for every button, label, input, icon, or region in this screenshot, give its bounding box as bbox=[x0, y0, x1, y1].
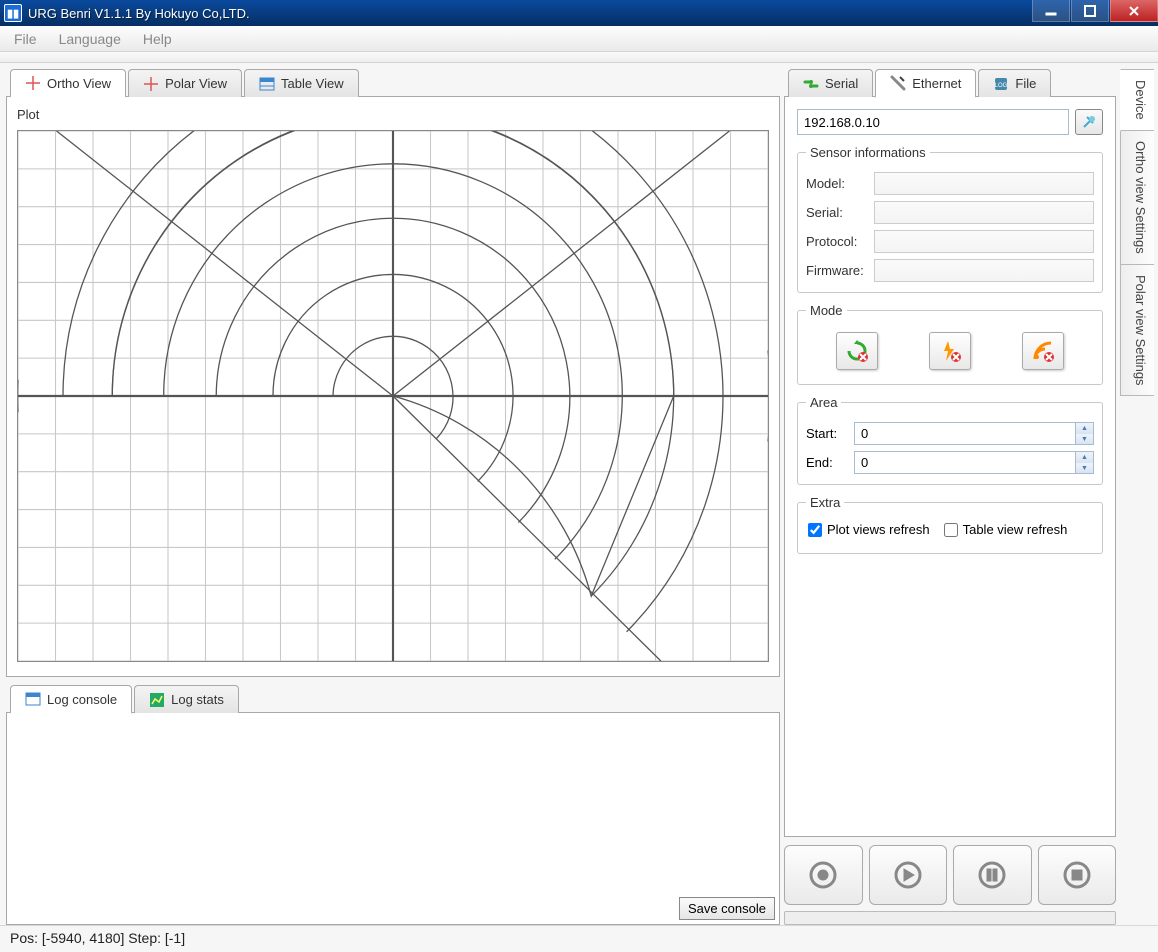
refresh-x-icon bbox=[845, 339, 869, 363]
plot-panel: Plot bbox=[6, 96, 780, 677]
table-refresh-input[interactable] bbox=[944, 523, 958, 537]
protocol-field bbox=[874, 230, 1094, 253]
file-icon: LOG bbox=[993, 76, 1009, 92]
svg-text:LOG: LOG bbox=[995, 83, 1008, 89]
status-text: Pos: [-5940, 4180] Step: [-1] bbox=[10, 930, 185, 946]
protocol-label: Protocol: bbox=[806, 234, 874, 249]
pause-button[interactable] bbox=[953, 845, 1032, 905]
playback-slider[interactable] bbox=[784, 911, 1116, 925]
plot-area[interactable] bbox=[17, 130, 769, 662]
tab-table-label: Table View bbox=[281, 76, 344, 91]
tab-log-console[interactable]: Log console bbox=[10, 685, 132, 714]
mode-signal-button[interactable] bbox=[1022, 332, 1064, 370]
menu-file[interactable]: File bbox=[14, 31, 37, 47]
tab-log-console-label: Log console bbox=[47, 692, 117, 707]
area-start-input[interactable] bbox=[855, 423, 1075, 444]
tab-ortho-label: Ortho View bbox=[47, 76, 111, 91]
serial-icon bbox=[803, 76, 819, 92]
toolbar-strip bbox=[0, 52, 1158, 63]
tab-polar-label: Polar View bbox=[165, 76, 227, 91]
playback-controls bbox=[784, 845, 1116, 905]
extra-group: Extra Plot views refresh Table view refr… bbox=[797, 495, 1103, 554]
tab-file-label: File bbox=[1015, 76, 1036, 91]
play-button[interactable] bbox=[869, 845, 948, 905]
maximize-button[interactable] bbox=[1071, 0, 1109, 22]
app-icon: ▮▮ bbox=[4, 4, 22, 22]
lightning-x-icon bbox=[938, 339, 962, 363]
firmware-label: Firmware: bbox=[806, 263, 874, 278]
area-start-up[interactable]: ▲ bbox=[1076, 423, 1093, 434]
device-panel: Sensor informations Model: Serial: Proto… bbox=[784, 96, 1116, 837]
titlebar: ▮▮ URG Benri V1.1.1 By Hokuyo Co,LTD. bbox=[0, 0, 1158, 26]
mode-legend: Mode bbox=[806, 303, 847, 318]
side-tab-ortho-settings[interactable]: Ortho view Settings bbox=[1120, 130, 1154, 265]
serial-field bbox=[874, 201, 1094, 224]
tab-file[interactable]: LOG File bbox=[978, 69, 1051, 97]
crosshair-icon bbox=[25, 75, 41, 91]
ethernet-icon bbox=[890, 75, 906, 91]
stats-icon bbox=[149, 692, 165, 708]
connection-tabs: Serial Ethernet LOG File bbox=[788, 69, 1116, 97]
log-console[interactable]: Save console bbox=[6, 712, 780, 925]
plot-refresh-input[interactable] bbox=[808, 523, 822, 537]
stop-button[interactable] bbox=[1038, 845, 1117, 905]
rss-x-icon bbox=[1031, 339, 1055, 363]
side-tab-polar-settings[interactable]: Polar view Settings bbox=[1120, 264, 1154, 397]
mode-flash-button[interactable] bbox=[929, 332, 971, 370]
tab-polar-view[interactable]: Polar View bbox=[128, 69, 242, 97]
area-end-input[interactable] bbox=[855, 452, 1075, 473]
plot-title: Plot bbox=[17, 107, 769, 122]
mode-group: Mode bbox=[797, 303, 1103, 385]
tab-ethernet[interactable]: Ethernet bbox=[875, 69, 976, 98]
side-tabs: Device Ortho view Settings Polar view Se… bbox=[1120, 69, 1154, 925]
record-button[interactable] bbox=[784, 845, 863, 905]
status-bar: Pos: [-5940, 4180] Step: [-1] bbox=[0, 925, 1158, 952]
area-end-down[interactable]: ▼ bbox=[1076, 463, 1093, 474]
console-icon bbox=[25, 691, 41, 707]
crosshair-icon bbox=[143, 76, 159, 92]
sensor-info-group: Sensor informations Model: Serial: Proto… bbox=[797, 145, 1103, 293]
area-start-label: Start: bbox=[806, 426, 854, 441]
tab-ortho-view[interactable]: Ortho View bbox=[10, 69, 126, 98]
ip-address-input[interactable] bbox=[797, 109, 1069, 135]
log-tabs: Log console Log stats bbox=[10, 685, 780, 713]
side-tab-device[interactable]: Device bbox=[1120, 69, 1154, 131]
save-console-button[interactable]: Save console bbox=[679, 897, 775, 920]
tab-log-stats-label: Log stats bbox=[171, 692, 224, 707]
area-group: Area Start: ▲▼ End: ▲▼ bbox=[797, 395, 1103, 485]
tab-table-view[interactable]: Table View bbox=[244, 69, 359, 97]
tab-serial-label: Serial bbox=[825, 76, 858, 91]
menu-help[interactable]: Help bbox=[143, 31, 172, 47]
firmware-field bbox=[874, 259, 1094, 282]
connect-button[interactable] bbox=[1075, 109, 1103, 135]
mode-refresh-button[interactable] bbox=[836, 332, 878, 370]
area-legend: Area bbox=[806, 395, 841, 410]
table-refresh-checkbox[interactable]: Table view refresh bbox=[944, 522, 1068, 537]
serial-label: Serial: bbox=[806, 205, 874, 220]
tab-serial[interactable]: Serial bbox=[788, 69, 873, 97]
model-label: Model: bbox=[806, 176, 874, 191]
plot-refresh-checkbox[interactable]: Plot views refresh bbox=[808, 522, 930, 537]
table-icon bbox=[259, 76, 275, 92]
extra-legend: Extra bbox=[806, 495, 844, 510]
sensor-info-legend: Sensor informations bbox=[806, 145, 930, 160]
window-title: URG Benri V1.1.1 By Hokuyo Co,LTD. bbox=[28, 6, 1031, 21]
minimize-button[interactable] bbox=[1032, 0, 1070, 22]
area-start-down[interactable]: ▼ bbox=[1076, 434, 1093, 445]
tab-ethernet-label: Ethernet bbox=[912, 76, 961, 91]
menu-language[interactable]: Language bbox=[59, 31, 121, 47]
area-end-up[interactable]: ▲ bbox=[1076, 452, 1093, 463]
close-button[interactable] bbox=[1110, 0, 1158, 22]
menubar: File Language Help bbox=[0, 26, 1158, 52]
plug-icon bbox=[1081, 114, 1097, 130]
view-tabs: Ortho View Polar View Table View bbox=[10, 69, 780, 97]
area-end-label: End: bbox=[806, 455, 854, 470]
tab-log-stats[interactable]: Log stats bbox=[134, 685, 239, 713]
model-field bbox=[874, 172, 1094, 195]
